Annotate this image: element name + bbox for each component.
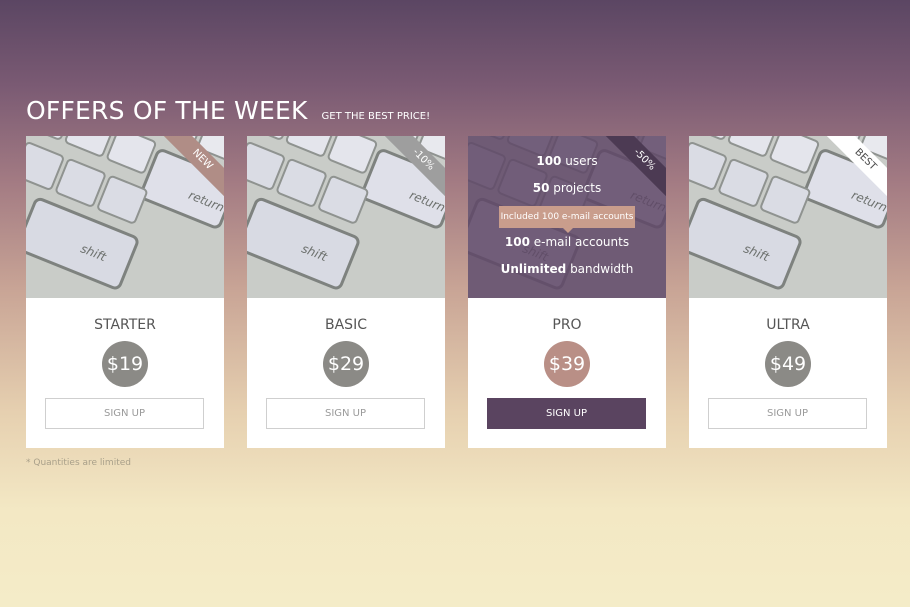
sign-up-button-basic[interactable]: SIGN UP (266, 398, 425, 429)
page-title: OFFERS OF THE WEEK (26, 96, 308, 125)
plan-name: BASIC (325, 317, 367, 333)
plan-name: PRO (552, 317, 582, 333)
plan-image-starter: return shift NEW (26, 136, 224, 298)
sign-up-button-ultra[interactable]: SIGN UP (708, 398, 867, 429)
feature-bandwidth: Unlimited bandwidth (500, 262, 634, 276)
plan-name: ULTRA (766, 317, 810, 333)
plan-name: STARTER (94, 317, 156, 333)
footnote: * Quantities are limited (26, 458, 131, 468)
plan-image-pro: return shift 100 users 50 projects Inclu… (468, 136, 666, 298)
feature-email[interactable]: 100 e-mail accounts (468, 235, 666, 249)
price-badge: $19 (102, 341, 148, 387)
page-subtitle: GET THE BEST PRICE! (321, 111, 431, 122)
ribbon-discount: -50% (604, 136, 666, 198)
plan-card-pro: return shift 100 users 50 projects Inclu… (468, 136, 666, 448)
plan-card-starter: return shift NEW STARTER $19 SIGN UP (26, 136, 224, 448)
sign-up-button-starter[interactable]: SIGN UP (45, 398, 204, 429)
plan-card-ultra: return shift BEST ULTRA $49 SIGN UP (689, 136, 887, 448)
page-heading: OFFERS OF THE WEEK GET THE BEST PRICE! (26, 96, 430, 125)
price-badge: $39 (544, 341, 590, 387)
sign-up-button-pro[interactable]: SIGN UP (487, 398, 646, 429)
price-badge: $29 (323, 341, 369, 387)
ribbon-discount: -10% (383, 136, 445, 198)
ribbon-new: NEW (162, 136, 224, 198)
feature-tooltip: Included 100 e-mail accounts (499, 206, 635, 233)
plan-card-basic: return shift -10% BASIC $29 SIGN UP (247, 136, 445, 448)
price-badge: $49 (765, 341, 811, 387)
ribbon-best: BEST (825, 136, 887, 198)
plan-image-ultra: return shift BEST (689, 136, 887, 298)
plan-image-basic: return shift -10% (247, 136, 445, 298)
